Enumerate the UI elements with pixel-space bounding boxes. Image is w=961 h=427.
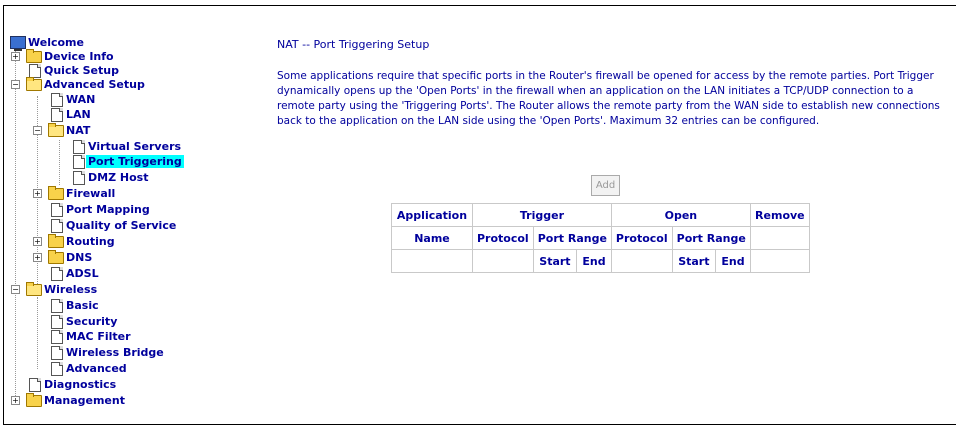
- page-icon: [51, 108, 63, 122]
- page-description: Some applications require that specific …: [277, 70, 940, 127]
- col-application: Application: [391, 203, 473, 227]
- col-trigger-start: Start: [532, 249, 578, 273]
- table-header-row: Application Trigger Open Remove: [391, 203, 810, 227]
- col-name: Name: [391, 226, 473, 250]
- page-icon: [73, 155, 85, 169]
- page-icon: [51, 330, 63, 344]
- page-icon: [51, 219, 63, 233]
- col-trigger: Trigger: [472, 203, 612, 227]
- expand-icon[interactable]: +: [33, 237, 42, 246]
- port-trigger-table: Application Trigger Open Remove Name Pro…: [391, 203, 810, 273]
- col-open-protocol: Protocol: [610, 226, 673, 250]
- collapse-icon[interactable]: −: [11, 285, 20, 294]
- col-remove: Remove: [749, 203, 810, 227]
- folder-open-icon: [26, 282, 42, 296]
- page-icon: [51, 346, 63, 360]
- expand-icon[interactable]: +: [33, 189, 42, 198]
- main-content: NAT -- Port Triggering Setup Some applic…: [277, 38, 942, 129]
- expand-icon[interactable]: +: [11, 52, 20, 61]
- page-icon: [51, 299, 63, 313]
- folder-open-icon: [48, 123, 64, 137]
- page-icon: [51, 315, 63, 329]
- page-icon: [51, 93, 63, 107]
- col-open: Open: [610, 203, 751, 227]
- col-open-end: End: [715, 249, 751, 273]
- page-icon: [51, 203, 63, 217]
- col-trigger-protocol: Protocol: [472, 226, 534, 250]
- page-icon: [73, 171, 85, 185]
- folder-icon: [48, 250, 64, 264]
- table-cell: [391, 249, 473, 273]
- page-icon: [29, 64, 41, 78]
- page-icon: [51, 267, 63, 281]
- add-button[interactable]: Add: [591, 175, 620, 196]
- page-icon: [29, 378, 41, 392]
- table-cell: [749, 249, 810, 273]
- folder-icon: [48, 186, 64, 200]
- table-cell: [610, 249, 673, 273]
- table-header-row: Name Protocol Port Range Protocol Port R…: [391, 226, 810, 250]
- folder-icon: [48, 234, 64, 248]
- page-icon: [51, 362, 63, 376]
- table-cell: [749, 226, 810, 250]
- collapse-icon[interactable]: −: [11, 80, 20, 89]
- table-cell: [472, 249, 534, 273]
- folder-open-icon: [26, 77, 42, 91]
- table-header-row: Start End Start End: [391, 249, 810, 273]
- col-trigger-port-range: Port Range: [532, 226, 612, 250]
- folder-icon: [26, 393, 42, 407]
- page-icon: [73, 140, 85, 154]
- col-trigger-end: End: [576, 249, 612, 273]
- monitor-icon: [10, 36, 26, 51]
- col-open-port-range: Port Range: [671, 226, 751, 250]
- expand-icon[interactable]: +: [11, 396, 20, 405]
- page-title: NAT -- Port Triggering Setup: [277, 38, 430, 51]
- collapse-icon[interactable]: −: [33, 126, 42, 135]
- col-open-start: Start: [671, 249, 717, 273]
- folder-icon: [26, 49, 42, 63]
- expand-icon[interactable]: +: [33, 253, 42, 262]
